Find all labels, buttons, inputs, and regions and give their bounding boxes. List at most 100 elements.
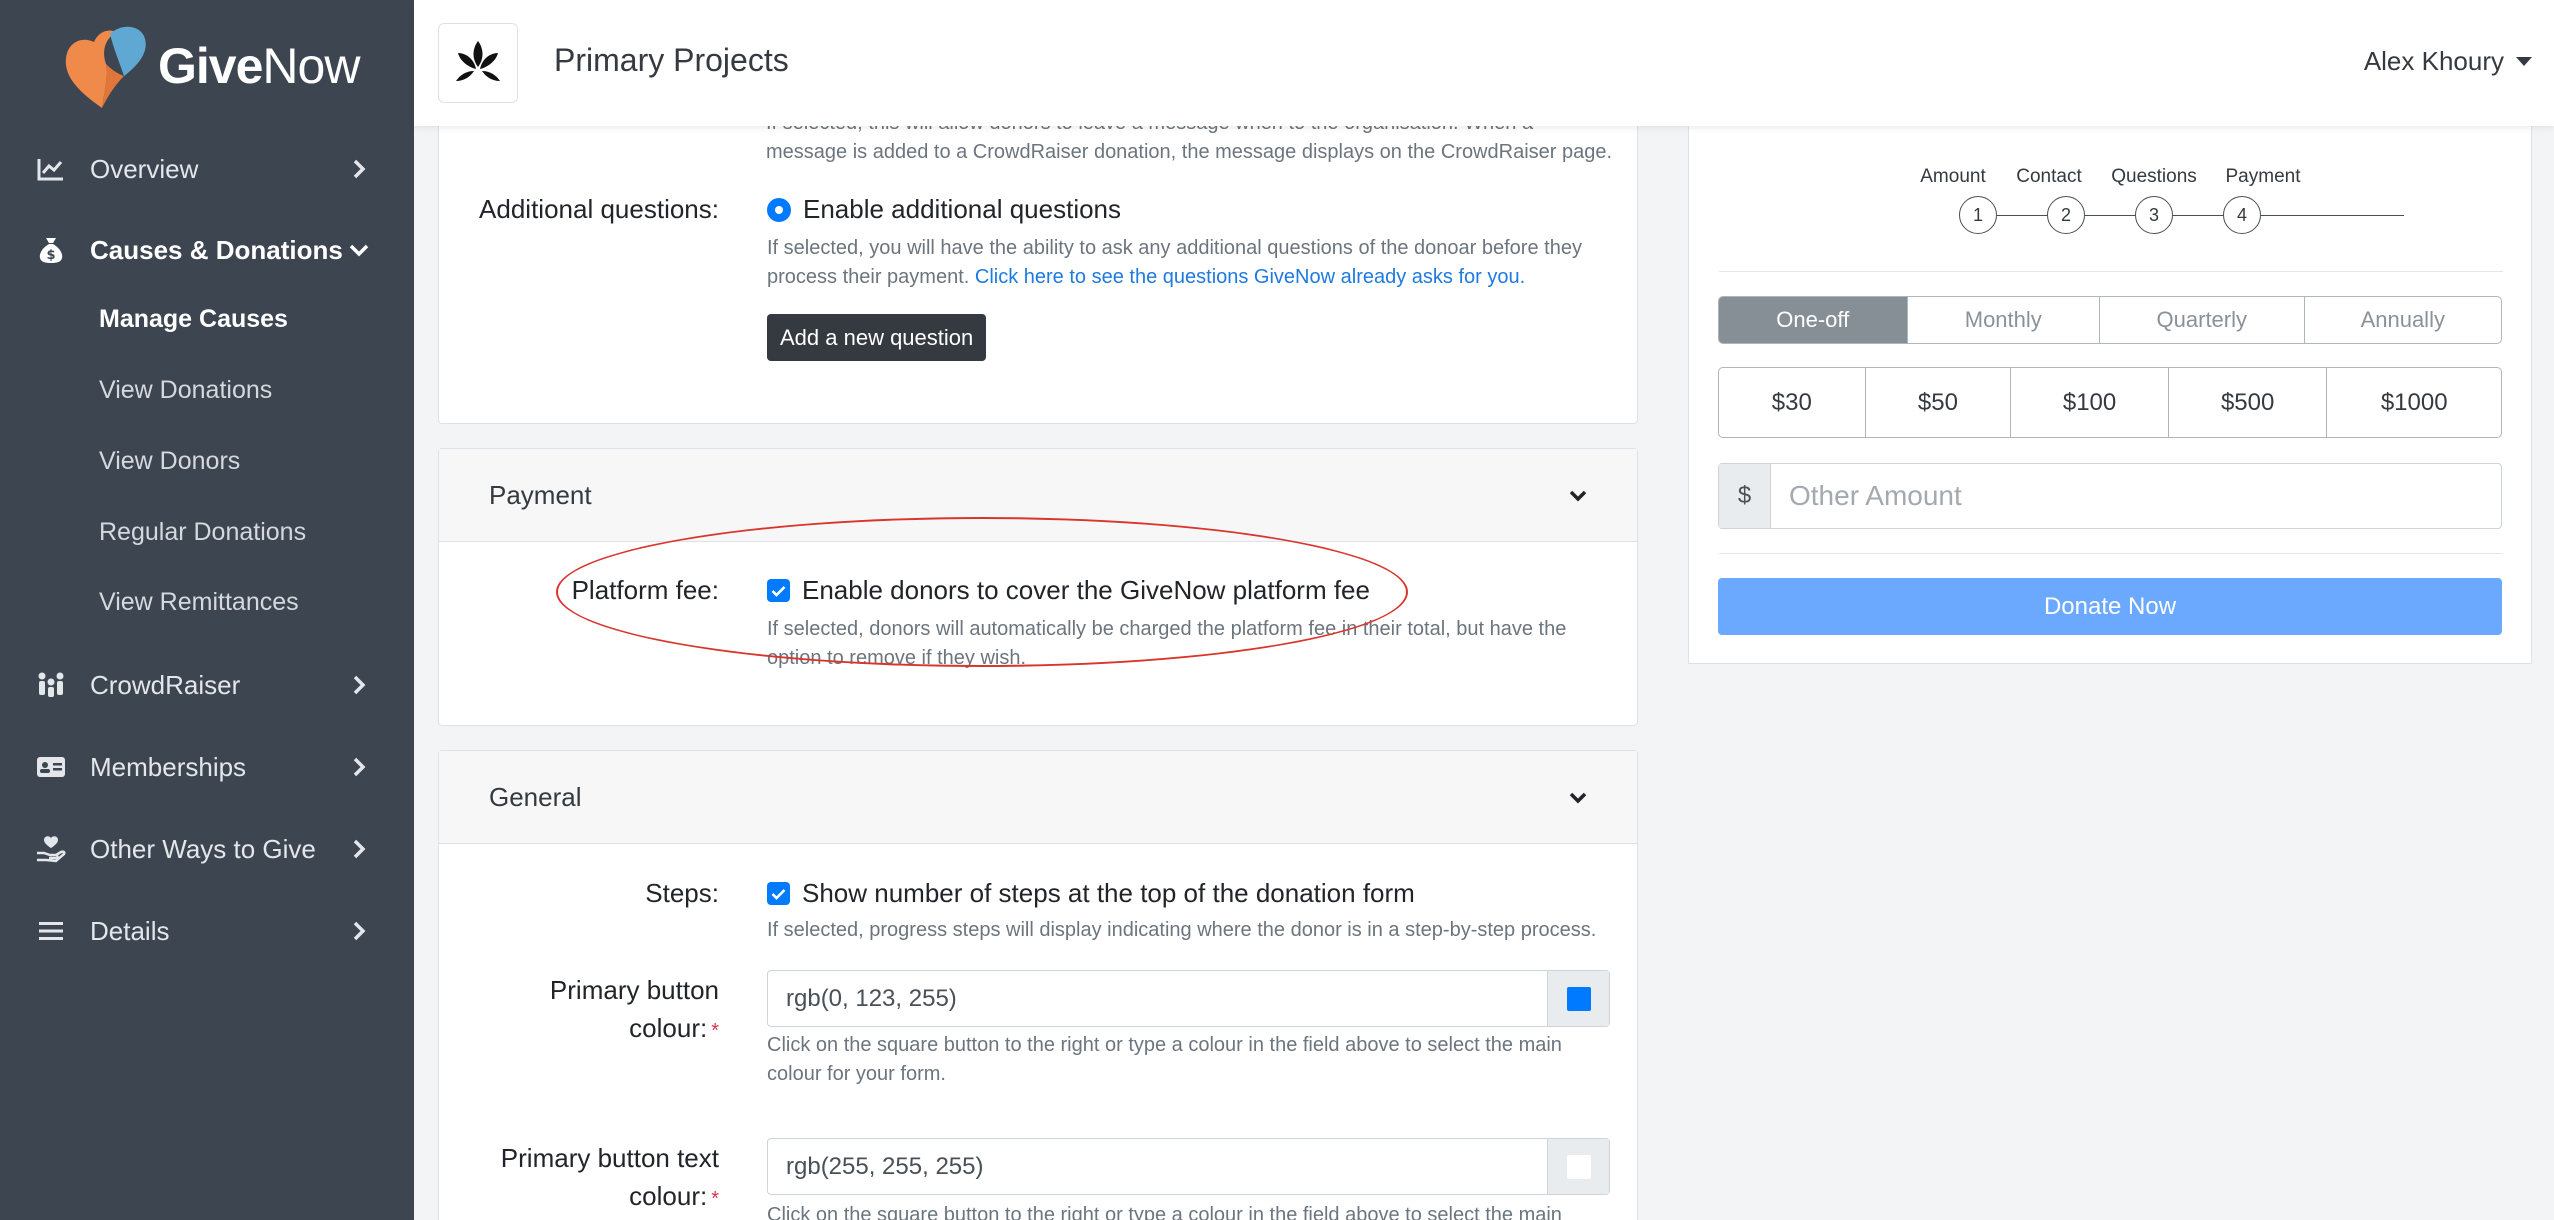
chevron-right-icon	[353, 675, 366, 695]
amount-divider	[1719, 553, 2503, 554]
sidebar-subitem-view-remittances[interactable]: View Remittances	[99, 588, 299, 617]
steps-option[interactable]: Show number of steps at the top of the d…	[767, 878, 1415, 909]
chevron-right-icon	[353, 757, 366, 777]
sidebar-subitem-view-donors[interactable]: View Donors	[99, 447, 240, 476]
platform-fee-label: Platform fee:	[571, 575, 719, 605]
radio-selected-icon[interactable]	[767, 197, 791, 222]
list-icon	[36, 916, 66, 946]
general-section-title: General	[489, 781, 582, 812]
amount-100-button[interactable]: $100	[2010, 368, 2168, 437]
platform-fee-option-label: Enable donors to cover the GiveNow platf…	[802, 575, 1370, 605]
sidebar-subitem-manage-causes[interactable]: Manage Causes	[99, 305, 288, 334]
primary-colour-swatch	[1566, 986, 1591, 1011]
brand-name: GiveNow	[158, 37, 360, 95]
step-label-payment: Payment	[2225, 166, 2301, 187]
step-label-questions: Questions	[2111, 166, 2197, 187]
additional-questions-help: If selected, you will have the ability t…	[767, 234, 1617, 292]
step-label-contact: Contact	[2016, 166, 2082, 187]
user-menu[interactable]: Alex Khoury	[2364, 46, 2532, 77]
text-colour-swatch	[1566, 1154, 1591, 1179]
heart-logo-icon	[65, 26, 146, 108]
additional-questions-option-label: Enable additional questions	[803, 194, 1122, 224]
primary-colour-label: Primary button colour: *	[439, 971, 719, 1050]
primary-colour-help: Click on the square button to the right …	[767, 1034, 1562, 1085]
step-label-amount: Amount	[1920, 166, 1986, 187]
text-colour-label-line2: colour:	[629, 1181, 708, 1211]
amount-500-button[interactable]: $500	[2167, 368, 2327, 437]
sidebar-item-details[interactable]: Details	[0, 901, 414, 961]
step-number-2: 2	[2047, 196, 2085, 234]
checkbox-checked-icon[interactable]	[767, 882, 790, 905]
frequency-one-off[interactable]: One-off	[1719, 297, 1907, 343]
sidebar-item-label: Overview	[90, 153, 199, 184]
chevron-right-icon	[353, 839, 366, 859]
givenow-logo[interactable]: GiveNow	[62, 20, 360, 112]
payment-section-header[interactable]: Payment	[439, 449, 1637, 542]
sidebar-item-label: Causes & Donations	[90, 234, 343, 265]
sidebar: GiveNow Overview $ Causes & Donations Ma…	[0, 0, 414, 1220]
sidebar-subitem-view-donations[interactable]: View Donations	[99, 376, 272, 405]
additional-questions-label: Additional questions:	[479, 194, 719, 224]
org-logo[interactable]	[438, 23, 518, 103]
donation-options-card: If selected, this will allow donors to l…	[438, 80, 1638, 424]
sidebar-subitem-regular-donations[interactable]: Regular Donations	[99, 518, 306, 547]
chevron-right-icon	[353, 921, 366, 941]
brand-give: Give	[158, 38, 263, 94]
chevron-right-icon	[353, 159, 366, 179]
sidebar-item-label: Other Ways to Give	[90, 833, 316, 864]
top-header: Primary Projects Alex Khoury	[414, 0, 2554, 126]
step-number-3: 3	[2135, 196, 2173, 234]
donate-now-button[interactable]: Donate Now	[1718, 578, 2502, 635]
org-name: Primary Projects	[554, 42, 789, 78]
platform-fee-help: If selected, donors will automatically b…	[767, 618, 1567, 669]
step-number-1: 1	[1959, 196, 1997, 234]
steps-help: If selected, progress steps will display…	[767, 919, 1597, 941]
payment-section-title: Payment	[489, 479, 592, 510]
other-amount-input[interactable]: Other Amount	[1771, 464, 2501, 528]
chevron-down-icon	[1569, 490, 1587, 502]
money-bag-icon: $	[36, 235, 66, 265]
questions-info-link[interactable]: Click here to see the questions GiveNow …	[975, 266, 1525, 288]
required-mark: *	[711, 1188, 719, 1210]
sidebar-item-other-ways-to-give[interactable]: Other Ways to Give	[0, 819, 414, 879]
steps-divider	[1719, 271, 2503, 272]
frequency-annually[interactable]: Annually	[2303, 297, 2501, 343]
primary-colour-label-line1: Primary button	[549, 975, 719, 1005]
general-section-header[interactable]: General	[439, 751, 1637, 844]
currency-prefix: $	[1719, 464, 1771, 528]
checkbox-checked-icon[interactable]	[767, 579, 790, 602]
platform-fee-option[interactable]: Enable donors to cover the GiveNow platf…	[767, 575, 1370, 606]
sidebar-item-label: Details	[90, 915, 170, 946]
other-amount-field[interactable]: $ Other Amount	[1718, 463, 2502, 529]
id-card-icon	[36, 752, 66, 782]
text-colour-label-line1: Primary button text	[500, 1143, 719, 1173]
sidebar-item-memberships[interactable]: Memberships	[0, 737, 414, 797]
user-name: Alex Khoury	[2363, 46, 2504, 76]
steps-connector-line	[1978, 215, 2404, 216]
primary-colour-field[interactable]: rgb(0, 123, 255)	[767, 970, 1610, 1027]
svg-text:$: $	[46, 248, 55, 263]
sidebar-item-crowdraiser[interactable]: CrowdRaiser	[0, 655, 414, 715]
amount-50-button[interactable]: $50	[1864, 368, 2011, 437]
frequency-selector: One-off Monthly Quarterly Annually	[1718, 296, 2502, 344]
frequency-quarterly[interactable]: Quarterly	[2099, 297, 2303, 343]
amount-30-button[interactable]: $30	[1719, 368, 1865, 437]
sidebar-item-causes-donations[interactable]: $ Causes & Donations	[0, 220, 414, 280]
payment-card: Payment Platform fee: Enable donors to c…	[438, 448, 1638, 726]
sidebar-item-overview[interactable]: Overview	[0, 139, 414, 199]
frequency-monthly[interactable]: Monthly	[1906, 297, 2100, 343]
primary-colour-input[interactable]: rgb(0, 123, 255)	[768, 971, 1547, 1026]
additional-questions-option[interactable]: Enable additional questions	[767, 194, 1121, 225]
chevron-down-icon	[349, 244, 369, 257]
amount-1000-button[interactable]: $1000	[2326, 368, 2501, 437]
text-colour-picker-button[interactable]	[1547, 1139, 1609, 1194]
general-card: General Steps: Show number of steps at t…	[438, 750, 1638, 1220]
text-colour-field[interactable]: rgb(255, 255, 255)	[767, 1138, 1610, 1195]
primary-colour-picker-button[interactable]	[1547, 971, 1609, 1026]
add-question-button[interactable]: Add a new question	[767, 314, 987, 361]
chart-line-icon	[36, 154, 66, 184]
hand-holding-heart-icon	[36, 834, 66, 864]
text-colour-input[interactable]: rgb(255, 255, 255)	[768, 1139, 1547, 1194]
sidebar-item-label: CrowdRaiser	[90, 669, 241, 700]
steps-label: Steps:	[645, 878, 719, 908]
